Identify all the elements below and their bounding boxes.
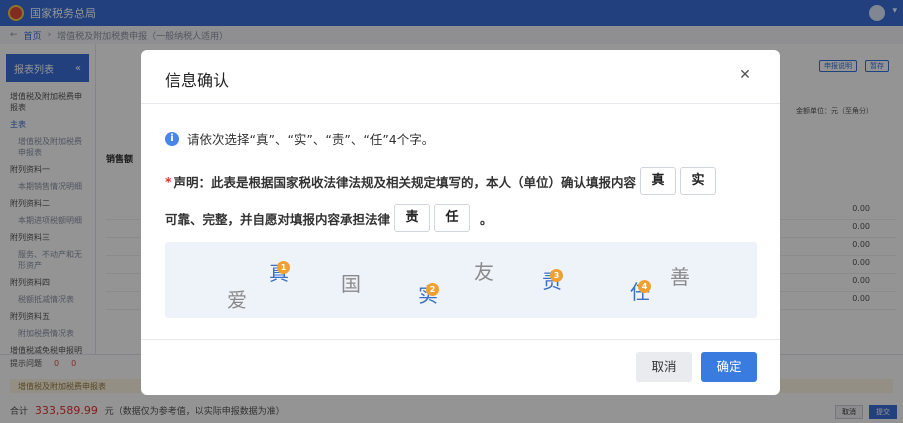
instruction-text: 请依次选择“真”、“实”、“责”、“任”4个字。 <box>187 132 435 147</box>
captcha-area[interactable]: 爱真1国实2友责3任4善 <box>165 242 757 318</box>
selected-char-slot-3[interactable]: 责 <box>394 204 431 232</box>
declaration-end: 。 <box>480 211 493 227</box>
selected-char-slot-2[interactable]: 实 <box>680 167 717 195</box>
declaration-text-1: 声明：此表是根据国家税收法律法规及相关规定填写的，本人（单位）确认填报内容 <box>173 174 637 190</box>
captcha-order-marker: 2 <box>426 283 439 296</box>
cancel-button[interactable]: 取消 <box>636 352 692 382</box>
required-mark: * <box>165 173 172 189</box>
captcha-char[interactable]: 友 <box>474 256 494 285</box>
captcha-order-marker: 1 <box>277 261 290 274</box>
captcha-char[interactable]: 国 <box>341 268 361 297</box>
declaration-line-2: 可靠、完整，并自愿对填报内容承担法律 责 任 。 <box>165 203 493 233</box>
captcha-char[interactable]: 爱 <box>227 284 247 313</box>
confirm-button[interactable]: 确定 <box>701 352 757 382</box>
selected-char-slot-1[interactable]: 真 <box>640 167 677 195</box>
declaration-text-2: 可靠、完整，并自愿对填报内容承担法律 <box>165 211 391 227</box>
declaration-line-1: * 声明：此表是根据国家税收法律法规及相关规定填写的，本人（单位）确认填报内容 … <box>165 166 717 196</box>
captcha-order-marker: 4 <box>638 280 651 293</box>
close-icon[interactable]: ✕ <box>738 68 752 82</box>
dialog-title: 信息确认 <box>165 71 230 90</box>
divider <box>141 103 780 104</box>
captcha-order-marker: 3 <box>550 269 563 282</box>
selected-char-slot-4[interactable]: 任 <box>434 204 471 232</box>
instruction: i 请依次选择“真”、“实”、“责”、“任”4个字。 <box>165 129 434 148</box>
divider <box>141 339 780 340</box>
confirm-dialog: 信息确认 ✕ i 请依次选择“真”、“实”、“责”、“任”4个字。 * 声明：此… <box>141 50 780 395</box>
captcha-char[interactable]: 善 <box>670 261 690 290</box>
info-icon: i <box>165 131 179 146</box>
